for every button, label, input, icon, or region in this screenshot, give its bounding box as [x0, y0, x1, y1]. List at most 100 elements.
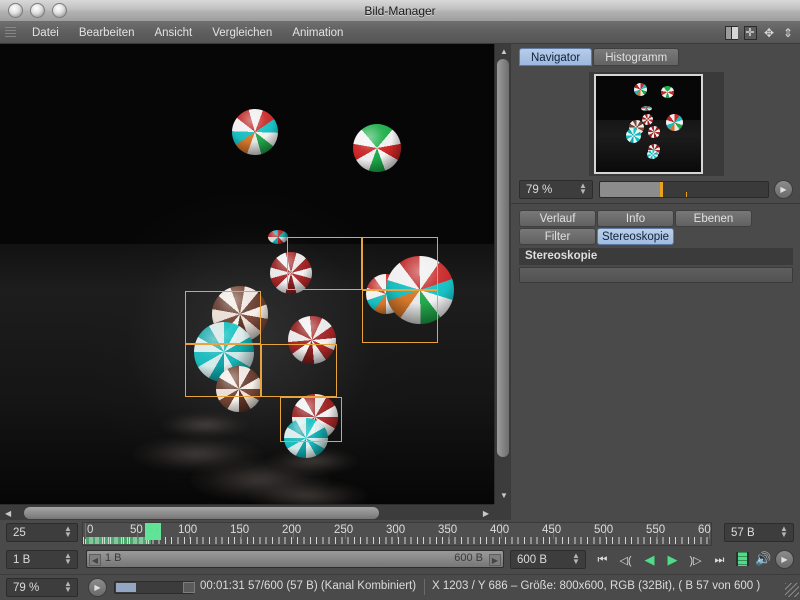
step-forward-icon[interactable]: )▷	[685, 550, 706, 570]
window-titlebar: Bild-Manager	[0, 0, 800, 22]
tab-histogramm[interactable]: Histogramm	[593, 48, 680, 66]
ruler-major-tick	[85, 523, 86, 539]
selection-rect[interactable]	[280, 397, 342, 442]
thumbnail-sphere	[642, 114, 653, 125]
ruler-label: 150	[230, 524, 250, 536]
fps-stepper[interactable]: ▲ ▼	[64, 525, 72, 539]
image-canvas[interactable]	[0, 44, 494, 504]
selection-rect[interactable]	[287, 237, 362, 290]
range-end-handle[interactable]: ▶	[489, 554, 501, 566]
navigator-zoom-stepper[interactable]: ▲ ▼	[579, 182, 587, 196]
stereoskopie-group-title: Stereoskopie	[519, 248, 793, 265]
ruler-label: 0	[87, 524, 94, 536]
step-back-icon[interactable]: ◁(	[615, 550, 636, 570]
sphere	[353, 124, 401, 172]
menu-animation[interactable]: Animation	[282, 22, 353, 44]
selection-rect[interactable]	[185, 344, 261, 397]
thumbnail-sphere	[626, 128, 641, 143]
play-forward-icon[interactable]: ▶	[662, 550, 683, 570]
horizontal-scroll-thumb[interactable]	[24, 507, 379, 519]
tab-ebenen[interactable]: Ebenen	[675, 210, 752, 227]
thumbnail-sphere	[661, 86, 674, 98]
zoom-slider-tick	[686, 192, 687, 197]
selection-rect[interactable]	[362, 290, 438, 343]
attribute-tabs-row-2: Filter Stereoskopie	[519, 228, 752, 245]
playback-row: 1 B ▲ ▼ ◀ 1 B 600 B ▶ 600 B ▲ ▼ ⏮ ◁( ◀ ▶ )…	[0, 548, 800, 574]
image-viewport[interactable]: ▲ ▼ ◀ ▶	[0, 44, 510, 520]
viewport-vertical-scrollbar[interactable]: ▲ ▼	[494, 44, 510, 504]
playback-options-play-icon[interactable]: ▶	[775, 550, 794, 569]
range-start-handle[interactable]: ◀	[89, 554, 101, 566]
thumbnail-sphere	[648, 126, 660, 138]
scroll-left-arrow[interactable]: ◀	[5, 510, 11, 518]
status-bar: 79 % ▲ ▼ ▶ 00:01:31 57/600 (57 B) (Kanal …	[0, 574, 800, 600]
selection-rect[interactable]	[185, 291, 261, 344]
viewport-horizontal-scrollbar[interactable]: ◀ ▶	[0, 504, 494, 520]
resize-grip-icon[interactable]	[785, 583, 799, 597]
tab-verlauf[interactable]: Verlauf	[519, 210, 596, 227]
selection-rect[interactable]	[261, 344, 337, 397]
range-start-label: 1 B	[105, 552, 122, 564]
menu-bar: Datei Bearbeiten Ansicht Vergleichen Ani…	[0, 22, 800, 44]
move-icon[interactable]: ✥	[761, 25, 777, 41]
go-to-end-icon[interactable]: ⏭	[709, 550, 730, 570]
status-zoom-stepper[interactable]: ▲ ▼	[64, 580, 72, 594]
film-strip-icon[interactable]	[736, 552, 749, 566]
thumbnail-sphere	[634, 83, 647, 96]
tab-navigator[interactable]: Navigator	[519, 48, 593, 66]
timeline-ruler[interactable]: 0 50 57 100 150 200 250 300 350 400 450 …	[82, 522, 712, 546]
stereoskopie-dropdown[interactable]	[519, 267, 793, 283]
drag-grip-icon[interactable]	[5, 27, 16, 39]
vertical-scroll-thumb[interactable]	[497, 59, 509, 457]
navigator-zoom-row: 79 % ▲ ▼ ▶	[519, 180, 793, 200]
status-play-icon[interactable]: ▶	[88, 578, 107, 597]
scroll-up-arrow[interactable]: ▲	[500, 48, 508, 56]
menu-vergleichen[interactable]: Vergleichen	[202, 22, 282, 44]
menu-bearbeiten[interactable]: Bearbeiten	[69, 22, 145, 44]
navigator-view-frame[interactable]	[594, 74, 703, 174]
scroll-right-arrow[interactable]: ▶	[483, 510, 489, 518]
playback-range-bar[interactable]: ◀ 1 B 600 B ▶	[86, 550, 504, 568]
ruler-label: 50	[130, 524, 143, 536]
zoom-slider-fill	[600, 182, 661, 197]
scrollbar-corner	[494, 504, 510, 520]
ball-shadow	[160, 412, 250, 438]
ruler-label: 500	[594, 524, 614, 536]
end-frame-stepper[interactable]: ▲ ▼	[780, 525, 788, 539]
ball-shadow	[248, 480, 368, 504]
resize-icon[interactable]: ⇕	[780, 25, 796, 41]
scroll-down-arrow[interactable]: ▼	[500, 492, 508, 500]
sound-icon[interactable]: 🔊	[755, 551, 771, 567]
sphere	[225, 102, 285, 162]
range-end-stepper[interactable]: ▲ ▼	[572, 552, 580, 566]
status-image-info: X 1203 / Y 686 – Größe: 800x600, RGB (32…	[432, 580, 761, 592]
range-end-label: 600 B	[454, 552, 483, 564]
ruler-label: 350	[438, 524, 458, 536]
ruler-label: 250	[334, 524, 354, 536]
add-view-icon[interactable]: ✛	[742, 25, 758, 41]
navigator-zoom-slider[interactable]	[599, 181, 769, 198]
navigator-thumbnail[interactable]	[589, 72, 724, 176]
tab-filter[interactable]: Filter	[519, 228, 596, 245]
navigator-tabs: Navigator Histogramm	[519, 48, 680, 66]
timeline-row: 25 ▲ ▼ 0 50 57 100 150 200 250 300 350 4…	[0, 520, 800, 548]
menu-ansicht[interactable]: Ansicht	[144, 22, 202, 44]
menu-items: Datei Bearbeiten Ansicht Vergleichen Ani…	[22, 22, 353, 44]
ruler-label: 300	[386, 524, 406, 536]
selection-rect[interactable]	[362, 237, 438, 290]
zoom-slider-knob[interactable]	[660, 182, 664, 197]
ruler-label: 200	[282, 524, 302, 536]
navigator-play-icon[interactable]: ▶	[774, 180, 793, 199]
menubar-tools: ✛ ✥ ⇕	[723, 25, 796, 41]
go-to-start-icon[interactable]: ⏮	[592, 550, 613, 570]
play-backward-icon[interactable]: ◀	[639, 550, 660, 570]
status-separator	[424, 579, 425, 595]
bottom-bars: 25 ▲ ▼ 0 50 57 100 150 200 250 300 350 4…	[0, 520, 800, 600]
tab-info[interactable]: Info	[597, 210, 674, 227]
range-start-stepper[interactable]: ▲ ▼	[64, 552, 72, 566]
ruler-label: 600	[698, 524, 711, 536]
split-view-icon[interactable]	[723, 25, 739, 41]
menu-datei[interactable]: Datei	[22, 22, 69, 44]
tab-stereoskopie[interactable]: Stereoskopie	[597, 228, 674, 245]
panel-divider	[511, 203, 800, 204]
